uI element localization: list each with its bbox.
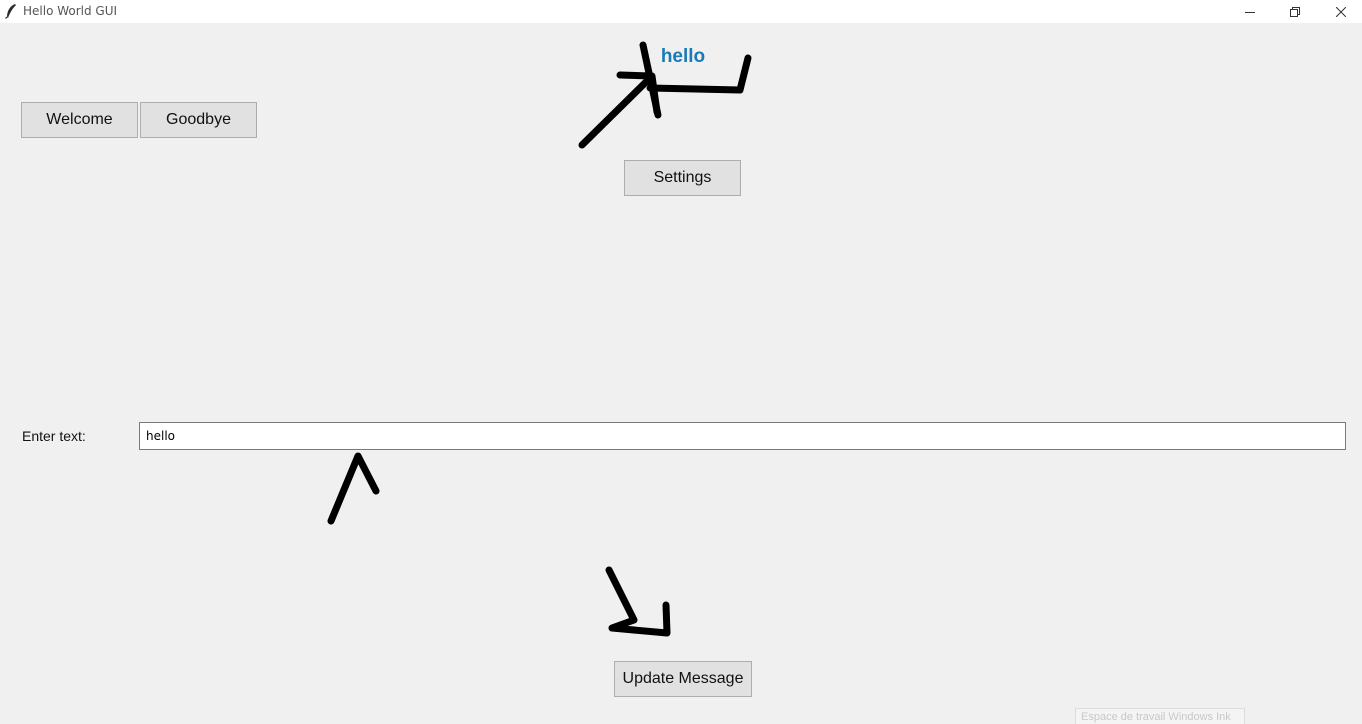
entry-label: Enter text:	[22, 428, 86, 444]
goodbye-button[interactable]: Goodbye	[140, 102, 257, 138]
close-icon	[1336, 6, 1346, 17]
minimize-button[interactable]	[1227, 0, 1273, 23]
ink-arrow-update	[605, 566, 671, 637]
message-label: hello	[660, 46, 706, 67]
feather-app-icon	[5, 4, 16, 19]
restore-button[interactable]	[1272, 0, 1318, 23]
restore-icon	[1290, 6, 1300, 17]
settings-button[interactable]: Settings	[624, 160, 741, 196]
close-button[interactable]	[1318, 0, 1362, 23]
welcome-button[interactable]: Welcome	[21, 102, 138, 138]
windows-ink-hint: Espace de travail Windows Ink	[1075, 708, 1245, 724]
ink-arrowhead-top	[616, 71, 661, 116]
ink-arrow-top	[578, 76, 652, 149]
title-bar: Hello World GUI	[0, 0, 1362, 23]
minimize-icon	[1245, 11, 1255, 13]
window-title: Hello World GUI	[23, 4, 118, 18]
ink-arrow-entry	[327, 452, 380, 525]
update-message-button[interactable]: Update Message	[614, 661, 752, 697]
text-entry[interactable]	[139, 422, 1346, 450]
